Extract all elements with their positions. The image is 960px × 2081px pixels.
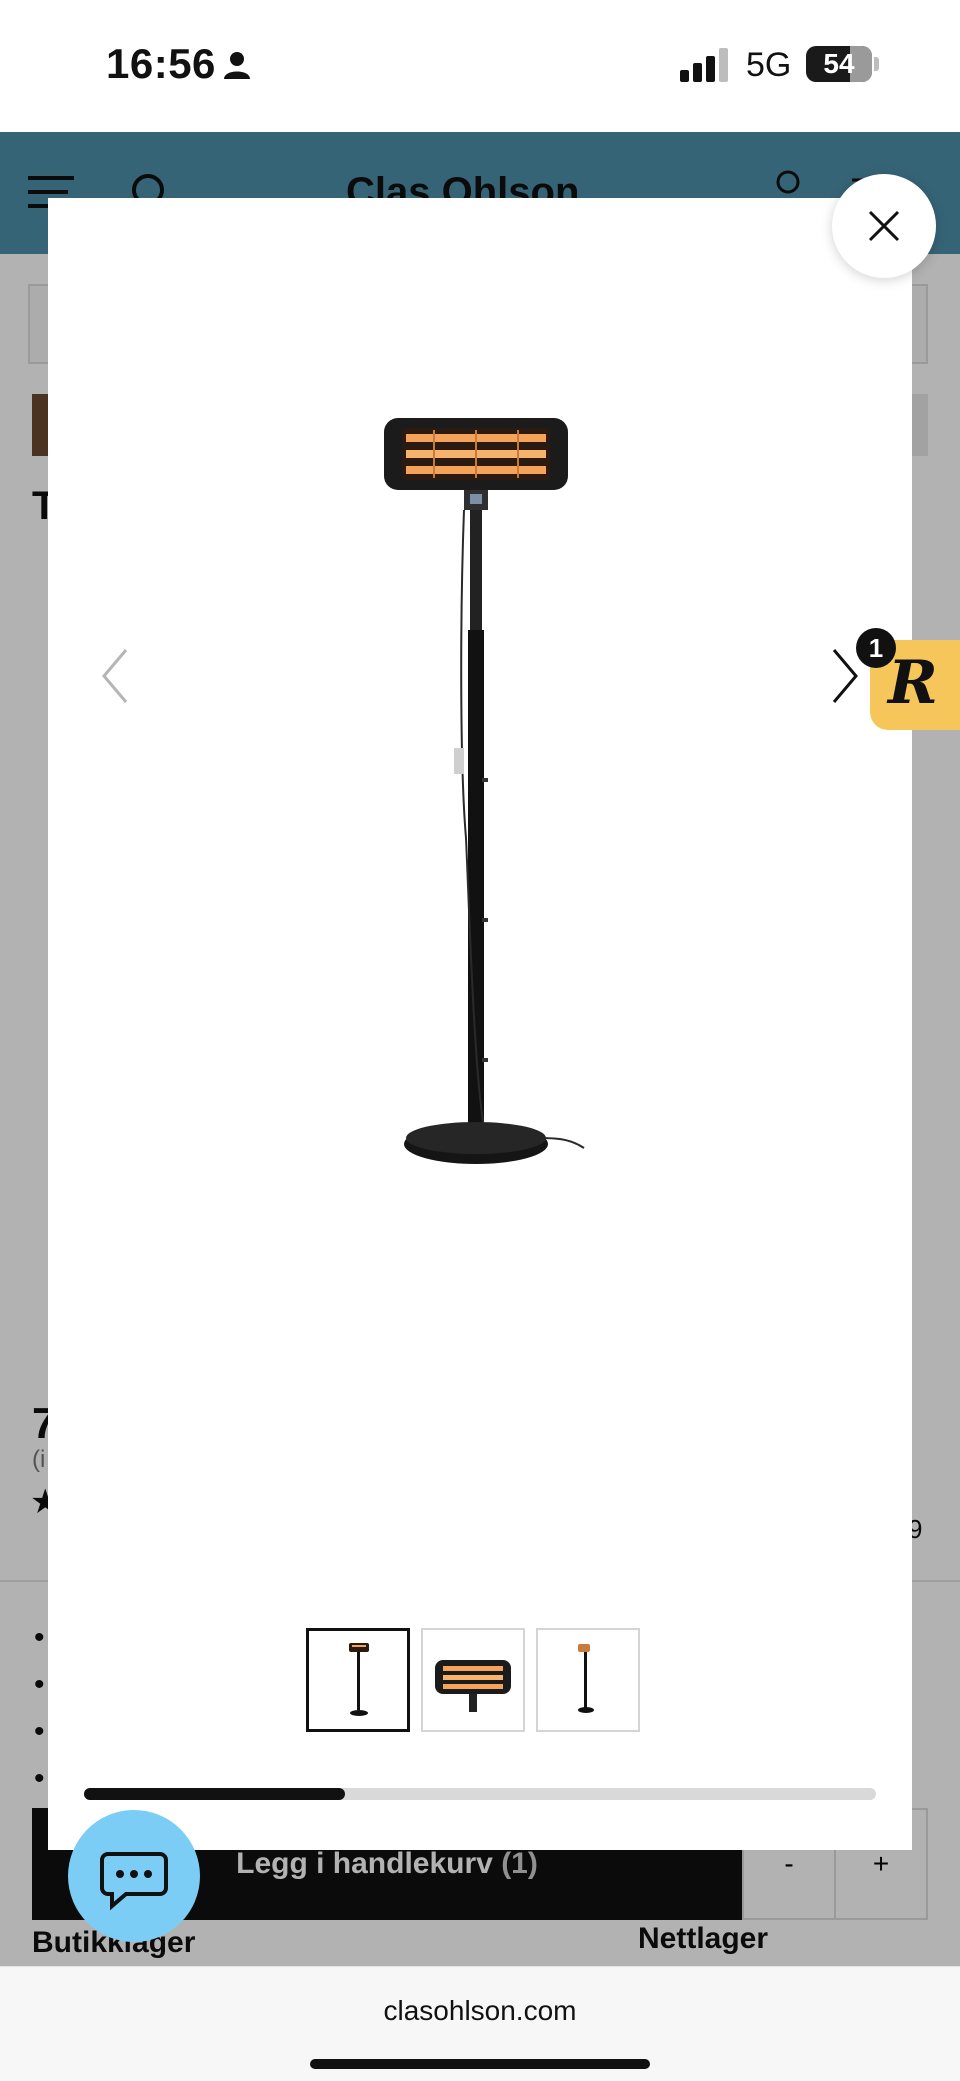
browser-address-bar[interactable]: clasohlson.com [0, 1966, 960, 2081]
gallery-progress-bar [84, 1788, 876, 1800]
thumbnail-closeup-image [435, 1660, 511, 1712]
signal-icon [680, 48, 728, 82]
product-image[interactable] [374, 368, 654, 1298]
thumbnail-3[interactable] [536, 1628, 640, 1732]
previous-image-arrow-icon[interactable] [98, 646, 134, 706]
status-time: 16:56 [106, 40, 216, 87]
url-text[interactable]: clasohlson.com [0, 1995, 960, 2027]
close-icon [868, 210, 900, 242]
thumbnail-heater-image [349, 1643, 369, 1716]
rewards-notification-badge: 1 [856, 628, 896, 668]
battery-level: 54 [823, 48, 855, 79]
thumbnail-1[interactable] [306, 1628, 410, 1732]
status-bar: 16:56 5G 54 [0, 0, 960, 132]
gallery-progress-fill [84, 1788, 346, 1800]
person-icon [224, 52, 250, 79]
thumbnail-2[interactable] [421, 1628, 525, 1732]
home-indicator [310, 2059, 650, 2069]
network-label: 5G [746, 46, 792, 84]
close-gallery-button[interactable] [832, 174, 936, 278]
image-gallery-modal [48, 198, 912, 1850]
chat-icon [100, 1852, 168, 1911]
rewards-logo-icon: R [888, 648, 938, 718]
thumbnail-side-image [578, 1644, 594, 1713]
battery-icon: 54 [806, 46, 872, 82]
thumbnail-strip [306, 1628, 642, 1732]
chat-button[interactable] [68, 1810, 200, 1942]
